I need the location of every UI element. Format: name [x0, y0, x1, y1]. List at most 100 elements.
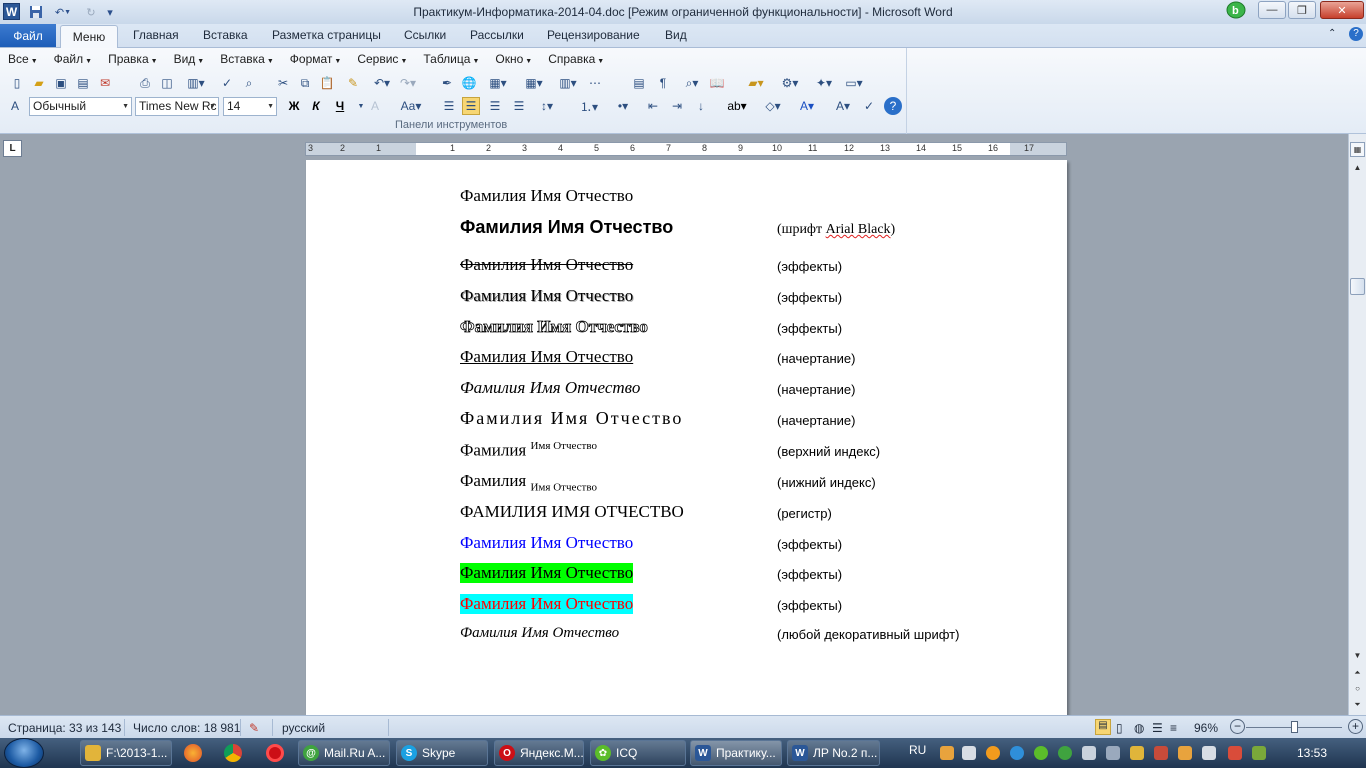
justify-icon[interactable]: ☰: [462, 97, 480, 115]
font-color-icon[interactable]: A▾: [794, 97, 820, 115]
vertical-scrollbar[interactable]: ▦ ▲ ▼ ⏶ ○ ⏷: [1348, 134, 1366, 715]
close-button[interactable]: ✕: [1320, 1, 1364, 19]
print-icon[interactable]: ⎙: [136, 74, 154, 92]
undo-icon[interactable]: ↶▾: [368, 74, 396, 92]
spelling-icon[interactable]: ✓: [218, 74, 236, 92]
paste-icon[interactable]: 📋: [318, 74, 336, 92]
scroll-thumb[interactable]: [1350, 278, 1365, 295]
ink-icon[interactable]: ✒: [438, 74, 456, 92]
tray-volume-icon[interactable]: [962, 746, 976, 760]
scroll-up-arrow[interactable]: ▲: [1350, 160, 1365, 175]
menu-file[interactable]: Файл ▼: [54, 52, 92, 70]
clock[interactable]: 13:53: [1297, 746, 1327, 760]
taskbar-chrome[interactable]: [213, 740, 253, 766]
text-effects-icon[interactable]: A: [366, 97, 384, 115]
save-icon[interactable]: ▣: [52, 74, 70, 92]
change-case-icon[interactable]: Aa▾: [398, 97, 424, 115]
tray-icq-icon[interactable]: [1034, 746, 1048, 760]
taskbar-firefox[interactable]: [173, 740, 213, 766]
settings-dropdown-icon[interactable]: ⚙▾: [776, 74, 804, 92]
numbering-icon[interactable]: ⒈▾: [576, 97, 602, 115]
tray-mute-icon[interactable]: [1228, 746, 1242, 760]
tab-stop-selector[interactable]: L: [3, 140, 22, 157]
tray-x-icon[interactable]: [1154, 746, 1168, 760]
line-spacing-icon[interactable]: ↕▾: [534, 97, 560, 115]
text-effects-dropdown-icon[interactable]: A▾: [830, 97, 856, 115]
tray-network-share-icon[interactable]: [940, 746, 954, 760]
save-as-icon[interactable]: ▥▾: [182, 74, 210, 92]
document-map-icon[interactable]: ▤: [630, 74, 648, 92]
tab-page-layout[interactable]: Разметка страницы: [272, 28, 381, 42]
taskbar-word-active[interactable]: W Практику...: [690, 740, 782, 766]
minimize-button[interactable]: —: [1258, 1, 1286, 19]
bold-button[interactable]: Ж: [285, 97, 303, 115]
research-icon[interactable]: ⌕: [240, 74, 258, 92]
menu-view[interactable]: Вид ▼: [174, 52, 205, 70]
minimize-ribbon-icon[interactable]: ⌃: [1328, 28, 1336, 39]
taskbar-word-2[interactable]: W ЛР No.2 п...: [787, 740, 880, 766]
highlight-icon[interactable]: ab▾: [724, 97, 750, 115]
menu-tools[interactable]: Сервис ▼: [357, 52, 407, 70]
columns-icon[interactable]: ▥▾: [554, 74, 582, 92]
language-status[interactable]: русский: [282, 721, 325, 735]
taskbar-skype[interactable]: S Skype: [396, 740, 488, 766]
tray-battery-icon[interactable]: [1252, 746, 1266, 760]
view-ruler-icon[interactable]: ▦: [1350, 142, 1365, 157]
underline-button[interactable]: Ч: [331, 97, 349, 115]
tray-shield-icon[interactable]: [1178, 746, 1192, 760]
sort-icon[interactable]: ↓: [692, 97, 710, 115]
menu-format[interactable]: Формат ▼: [290, 52, 342, 70]
zoom-out-icon[interactable]: −: [1230, 719, 1245, 734]
document-page[interactable]: Фамилия Имя Отчество Фамилия Имя Отчеств…: [306, 160, 1067, 715]
hyperlink-icon[interactable]: 🌐: [460, 74, 478, 92]
tab-mailings[interactable]: Рассылки: [470, 28, 524, 42]
permission-icon[interactable]: ▤: [74, 74, 92, 92]
taskbar-opera[interactable]: [255, 740, 295, 766]
outline-view-icon[interactable]: ☰: [1152, 721, 1163, 735]
print-layout-view-icon[interactable]: ▤: [1095, 719, 1111, 735]
style-combo[interactable]: Обычный ▼: [29, 97, 132, 116]
taskbar-icq[interactable]: ✿ ICQ: [590, 740, 686, 766]
proofing-status-icon[interactable]: ✎: [249, 721, 259, 735]
help-icon[interactable]: ?: [1349, 27, 1363, 41]
more-dropdown-icon[interactable]: ▭▾: [840, 74, 868, 92]
full-screen-reading-icon[interactable]: ▯: [1116, 721, 1123, 735]
zoom-in-icon[interactable]: +: [1348, 719, 1363, 734]
zoom-slider-thumb[interactable]: [1291, 721, 1298, 733]
tab-references[interactable]: Ссылки: [404, 28, 446, 42]
browser-b-icon[interactable]: b: [1222, 1, 1250, 19]
menu-edit[interactable]: Правка ▼: [108, 52, 157, 70]
tray-tools-icon[interactable]: [1106, 746, 1120, 760]
tab-home[interactable]: Главная: [133, 28, 179, 42]
tab-insert[interactable]: Вставка: [203, 28, 248, 42]
open-folder-icon[interactable]: ▰: [30, 74, 48, 92]
drawing-icon[interactable]: ⋯: [586, 74, 604, 92]
tray-flag-icon[interactable]: [1202, 746, 1216, 760]
tray-magic-icon[interactable]: [1130, 746, 1144, 760]
increase-indent-icon[interactable]: ⇥: [668, 97, 686, 115]
taskbar-mailru[interactable]: @ Mail.Ru A...: [298, 740, 390, 766]
zoom-level[interactable]: 96%: [1194, 721, 1218, 735]
email-icon[interactable]: ✉: [96, 74, 114, 92]
folder-dropdown-icon[interactable]: ▰▾: [742, 74, 770, 92]
align-right-icon[interactable]: ☰: [510, 97, 528, 115]
menu-window[interactable]: Окно ▼: [495, 52, 532, 70]
horizontal-ruler[interactable]: 3 2 1 1 2 3 4 5 6 7 8 9 10 11 12 13 14 1…: [305, 142, 1067, 156]
menu-insert[interactable]: Вставка ▼: [220, 52, 274, 70]
tab-menu[interactable]: Меню: [60, 25, 118, 48]
help-icon[interactable]: ?: [884, 97, 902, 115]
tray-browser-icon[interactable]: [1010, 746, 1024, 760]
next-page-icon[interactable]: ⏷: [1350, 697, 1365, 712]
tables-borders-icon[interactable]: ▦▾: [484, 74, 512, 92]
format-painter-icon[interactable]: ✎: [344, 74, 362, 92]
show-formatting-icon[interactable]: ¶: [654, 74, 672, 92]
browse-object-icon[interactable]: ○: [1350, 681, 1365, 696]
tray-update-icon[interactable]: [986, 746, 1000, 760]
tray-signal-icon[interactable]: [1082, 746, 1096, 760]
tab-review[interactable]: Рецензирование: [547, 28, 640, 42]
cut-icon[interactable]: ✂: [274, 74, 292, 92]
scroll-down-arrow[interactable]: ▼: [1350, 648, 1365, 663]
reading-icon[interactable]: 📖: [708, 74, 726, 92]
menu-table[interactable]: Таблица ▼: [423, 52, 479, 70]
keyboard-language[interactable]: RU: [909, 743, 926, 757]
